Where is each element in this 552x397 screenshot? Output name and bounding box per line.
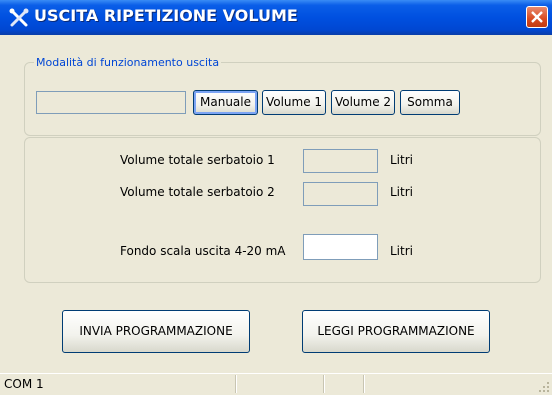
mode-group-legend: Modalità di funzionamento uscita [34, 56, 222, 69]
tank2-volume-field[interactable] [303, 182, 378, 206]
current-mode-field [36, 91, 186, 114]
resize-grip-icon[interactable] [538, 378, 550, 392]
title-bar[interactable]: USCITA RIPETIZIONE VOLUME [0, 0, 552, 35]
fullscale-input[interactable] [303, 234, 378, 260]
status-port: COM 1 [4, 377, 44, 391]
send-programming-button[interactable]: INVIA PROGRAMMAZIONE [62, 310, 250, 353]
app-window: USCITA RIPETIZIONE VOLUME Modalità di fu… [0, 0, 552, 395]
volume2-button[interactable]: Volume 2 [331, 90, 395, 115]
status-separator [323, 375, 325, 393]
fullscale-unit: Litri [390, 244, 413, 258]
status-separator [363, 375, 365, 393]
volume1-button[interactable]: Volume 1 [262, 90, 326, 115]
tank2-label: Volume totale serbatoio 2 [120, 185, 275, 199]
volumes-groupbox [24, 137, 541, 283]
tank1-unit: Litri [390, 153, 413, 167]
fullscale-label: Fondo scala uscita 4-20 mA [120, 244, 286, 258]
window-title: USCITA RIPETIZIONE VOLUME [34, 6, 298, 25]
tank1-volume-field[interactable] [303, 149, 378, 173]
tank1-label: Volume totale serbatoio 1 [120, 153, 275, 167]
status-bar: COM 1 [0, 373, 552, 395]
sum-button[interactable]: Somma [400, 90, 460, 115]
manual-button[interactable]: Manuale [193, 90, 258, 115]
tools-icon [8, 7, 30, 29]
read-programming-button[interactable]: LEGGI PROGRAMMAZIONE [302, 310, 490, 353]
close-button[interactable] [526, 6, 548, 28]
tank2-unit: Litri [390, 185, 413, 199]
status-separator [235, 375, 237, 393]
close-icon [531, 11, 543, 23]
